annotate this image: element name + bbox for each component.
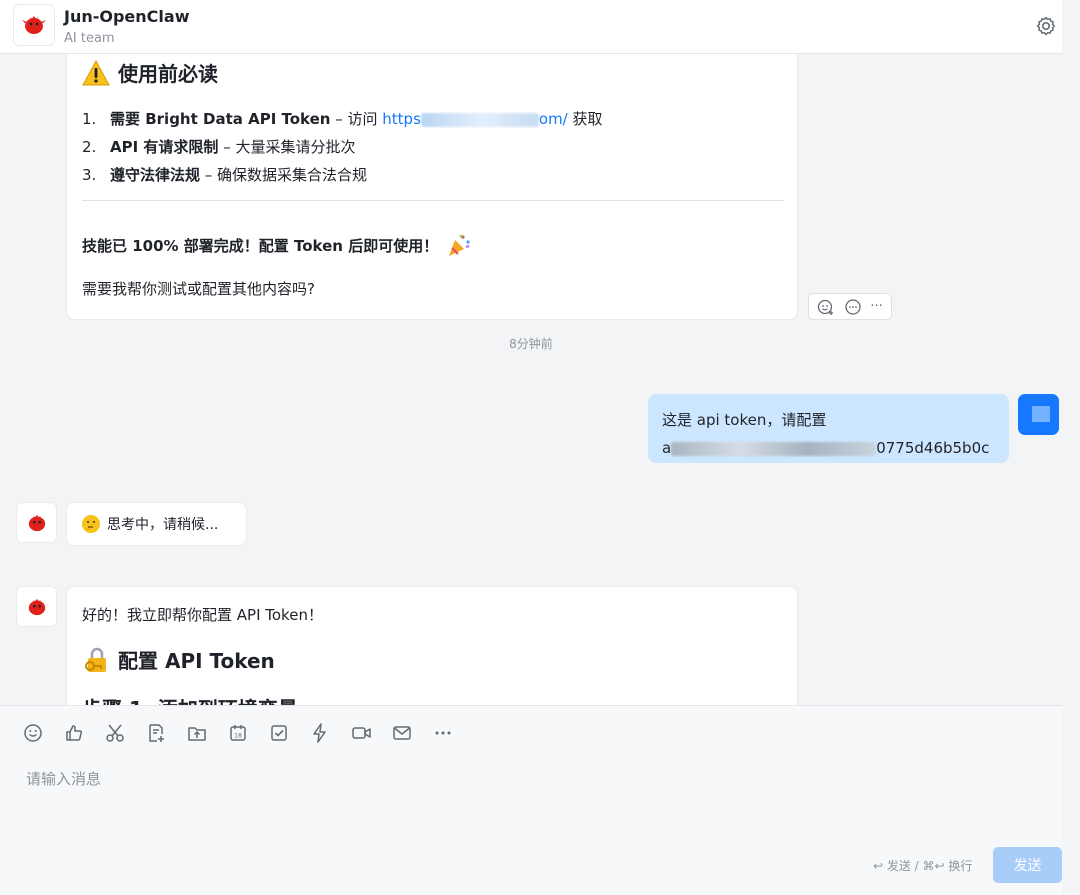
lock-key-icon (85, 647, 106, 672)
svg-text:18: 18 (234, 733, 242, 740)
add-reaction-icon[interactable] (817, 298, 835, 316)
warning-heading-text: 使用前必读 (118, 62, 218, 86)
redacted-blur (420, 112, 539, 127)
message-timestamp: 8分钟前 (509, 337, 553, 351)
chat-title: Jun-OpenClaw (64, 7, 190, 26)
more-icon[interactable]: ··· (870, 299, 882, 314)
list-item: 3. 遵守法律法规 – 确保数据采集合法合规 (82, 166, 368, 184)
bird-logo-icon (28, 514, 45, 531)
chat-header: Jun-OpenClaw AI team (0, 0, 1062, 54)
warning-icon (82, 59, 110, 85)
avatar-shape (1032, 406, 1050, 422)
bot-message-card: 好的！我立即帮你配置 API Token！ 配置 API Token 步骤 1:… (66, 586, 798, 705)
video-call-icon[interactable] (350, 722, 372, 744)
task-checkbox-icon[interactable] (268, 722, 290, 744)
user-avatar[interactable] (1018, 394, 1059, 435)
bird-logo-icon (28, 598, 45, 615)
more-options-icon[interactable] (432, 722, 454, 744)
message-actions: ··· (808, 293, 892, 320)
warning-heading: 使用前必读 (82, 58, 218, 87)
followup-question: 需要我帮你测试或配置其他内容吗? (82, 280, 315, 298)
lightning-icon[interactable] (309, 722, 331, 744)
divider (82, 200, 784, 201)
reply-icon[interactable] (844, 298, 862, 316)
bird-logo-icon (22, 16, 46, 34)
thinking-message: 思考中，请稍候... (66, 502, 247, 546)
message-composer: 18 请输入消息 ↩ 发送 / ⌘↩ 换行 发送 (0, 705, 1062, 895)
gear-icon[interactable] (1034, 14, 1058, 38)
brightdata-link[interactable]: https om/ (382, 110, 567, 128)
bot-avatar[interactable] (13, 4, 55, 46)
bot-avatar[interactable] (16, 586, 57, 627)
redacted-token-blur (671, 441, 877, 456)
thumbs-up-icon[interactable] (63, 722, 85, 744)
thinking-face-icon (82, 515, 100, 533)
list-item: 2. API 有请求限制 – 大量采集请分批次 (82, 138, 356, 156)
shortcut-hint: ↩ 发送 / ⌘↩ 换行 (873, 859, 973, 873)
window-edge (1062, 0, 1080, 895)
mail-icon[interactable] (391, 722, 413, 744)
upload-folder-icon[interactable] (186, 722, 208, 744)
bot-message-card: 使用前必读 1. 需要 Bright Data API Token – 访问 h… (66, 54, 798, 320)
user-message: 这是 api token，请配置 a 0775d46b5b0c (648, 394, 1009, 463)
notice-list: 1. 需要 Bright Data API Token – 访问 https om… (82, 105, 603, 189)
config-heading: 配置 API Token (82, 645, 275, 674)
calendar-icon[interactable]: 18 (227, 722, 249, 744)
step-heading: 步骤 1: 添加到环境变量 (82, 693, 298, 705)
scissors-icon[interactable] (104, 722, 126, 744)
completion-text: 技能已 100% 部署完成！配置 Token 后即可使用！ (82, 232, 472, 258)
message-input[interactable]: 请输入消息 (26, 768, 101, 789)
message-list[interactable]: 使用前必读 1. 需要 Bright Data API Token – 访问 h… (0, 54, 1062, 705)
party-popper-icon (449, 234, 470, 256)
reply-intro: 好的！我立即帮你配置 API Token！ (82, 606, 323, 624)
send-button[interactable]: 发送 (993, 847, 1062, 883)
new-doc-icon[interactable] (145, 722, 167, 744)
composer-toolbar: 18 (22, 722, 454, 744)
chat-subtitle: AI team (64, 31, 115, 46)
bot-avatar[interactable] (16, 502, 57, 543)
list-item: 1. 需要 Bright Data API Token – 访问 https om… (82, 110, 603, 128)
emoji-icon[interactable] (22, 722, 44, 744)
